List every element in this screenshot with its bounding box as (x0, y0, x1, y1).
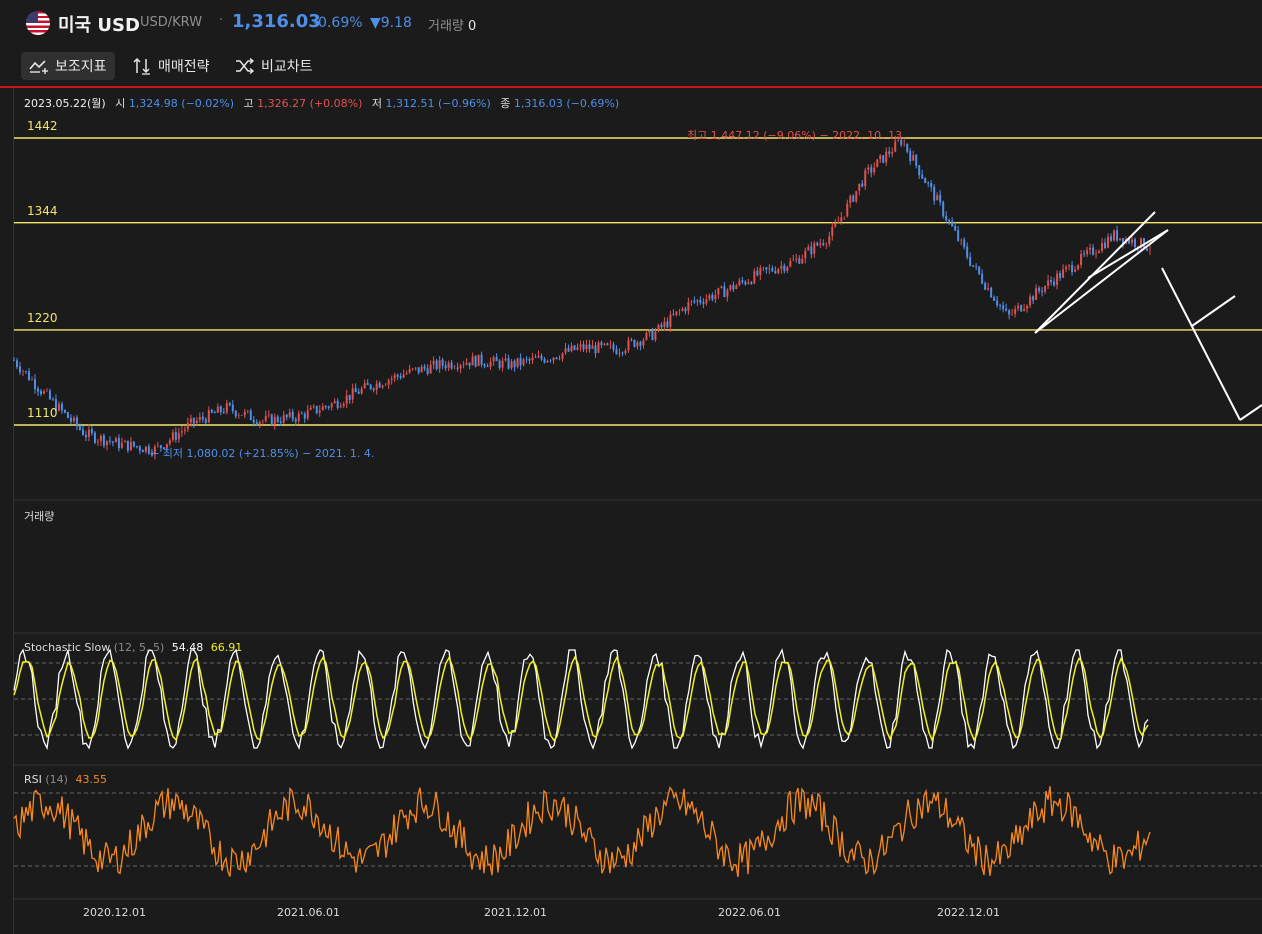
low-annotation: ← 최저 1,080.02 (+21.85%) − 2021. 1. 4. (150, 447, 375, 460)
low-label: 저 (371, 97, 383, 110)
close-label: 종 (500, 97, 511, 110)
level-label-1442: 1442 (27, 119, 58, 133)
ohlc-readout: 2023.05.22(월) 시 1,324.98 (−0.02%) 고 1,32… (24, 95, 619, 111)
price-chart[interactable] (0, 0, 1262, 934)
rsi-name: RSI (24, 773, 42, 786)
low-value: 1,312.51 (−0.96%) (385, 97, 491, 110)
level-label-1110: 1110 (27, 406, 58, 420)
trendline (1034, 211, 1156, 334)
x-tick: 2021.06.01 (277, 906, 340, 919)
level-label-1344: 1344 (27, 204, 58, 218)
trendline (1191, 295, 1236, 327)
ohlc-date: 2023.05.22(월) (24, 97, 106, 110)
high-annotation: 최고 1,447.12 (−9.06%) − 2022. 10. 13. (687, 129, 906, 142)
high-label: 고 (243, 97, 254, 110)
trendline (1087, 229, 1169, 279)
trendline (1161, 267, 1241, 421)
stochastic-k-value: 54.48 (171, 641, 204, 654)
x-tick: 2022.12.01 (937, 906, 1000, 919)
level-label-1220: 1220 (27, 311, 58, 325)
x-tick: 2021.12.01 (484, 906, 547, 919)
rsi-legend: RSI (14) 43.55 (24, 773, 107, 786)
rsi-value: 43.55 (75, 773, 107, 786)
rsi-line (13, 786, 1151, 878)
open-value: 1,324.98 (−0.02%) (128, 97, 235, 110)
high-value: 1,326.27 (+0.08%) (257, 97, 363, 110)
stochastic-name: Stochastic Slow (24, 641, 111, 654)
stochastic-legend: Stochastic Slow (12, 5, 5) 54.48 66.91 (24, 641, 242, 654)
close-value: 1,316.03 (−0.69%) (513, 97, 620, 110)
trendline (1239, 404, 1262, 421)
stochastic-params: (12, 5, 5) (113, 641, 165, 654)
open-label: 시 (115, 97, 126, 110)
volume-pane-label: 거래량 (24, 510, 55, 523)
x-tick: 2022.06.01 (718, 906, 781, 919)
rsi-params: (14) (45, 773, 68, 786)
x-tick: 2020.12.01 (83, 906, 146, 919)
stochastic-d-value: 66.91 (210, 641, 243, 654)
